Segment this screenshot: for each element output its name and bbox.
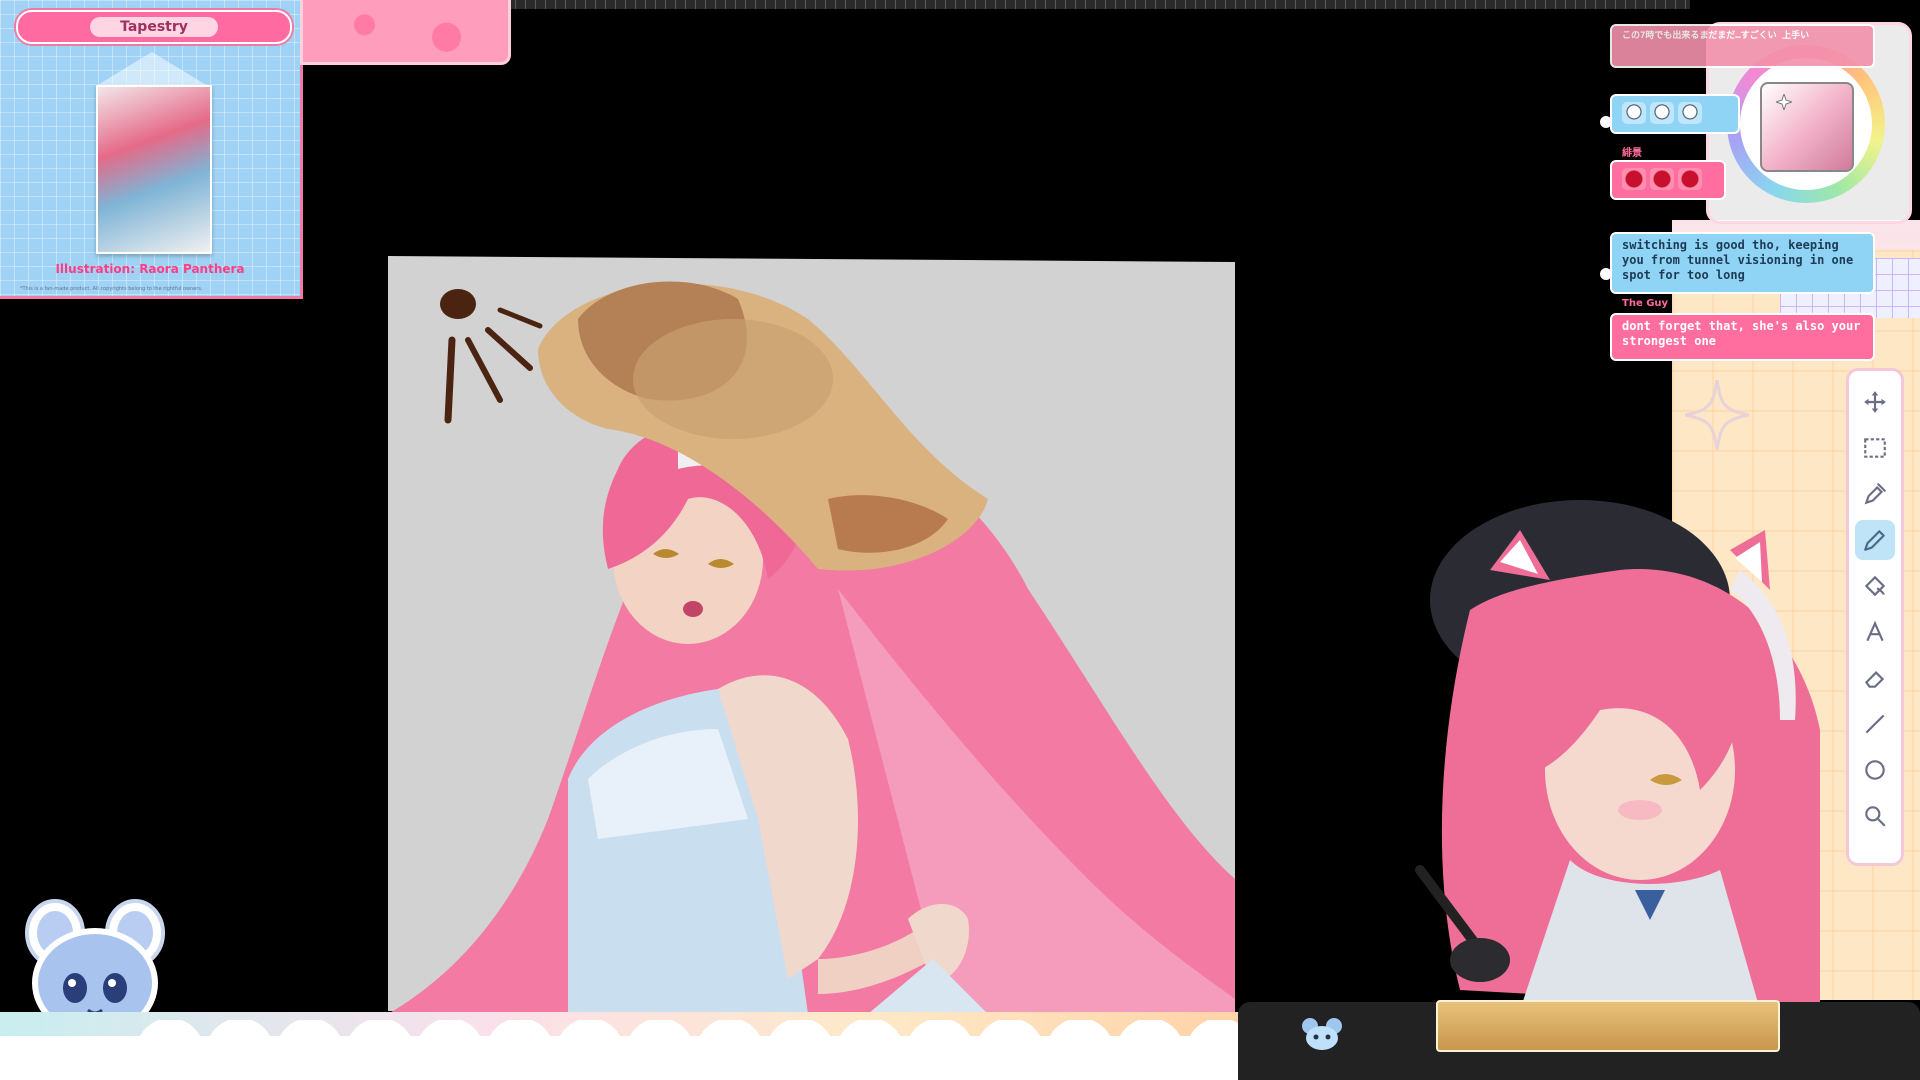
bottom-scallop-border [136, 1020, 1240, 1080]
circle-icon [1865, 760, 1885, 780]
tapestry-fineprint: *This is a fan-made product. All copyrig… [20, 286, 203, 292]
color-cursor-icon [1776, 94, 1792, 110]
select-tool[interactable] [1855, 428, 1895, 468]
chat-message-5: dont forget that, she's also your strong… [1610, 313, 1875, 361]
move-tool[interactable] [1855, 382, 1895, 422]
emote-icon [1678, 102, 1702, 124]
sparkle-icon [1685, 380, 1749, 450]
tapestry-hanger [96, 52, 208, 86]
vtuber-avatar [1415, 500, 1820, 1010]
chat-message-3 [1610, 160, 1726, 200]
eyedropper-tool[interactable] [1855, 474, 1895, 514]
chat-message-2 [1610, 94, 1740, 134]
zoom-icon [1865, 806, 1886, 827]
tapestry-title-bar: Tapestry [16, 10, 292, 44]
zoom-tool[interactable] [1855, 796, 1895, 836]
select-icon [1864, 438, 1886, 458]
fill-icon [1864, 575, 1886, 597]
text-tool[interactable] [1855, 612, 1895, 652]
text-icon [1866, 620, 1884, 642]
eraser-tool[interactable] [1855, 658, 1895, 698]
line-tool[interactable] [1855, 704, 1895, 744]
chat-author: 緋景 [1622, 148, 1642, 159]
mouse-mascot-icon [1302, 1018, 1342, 1050]
emote-icon [1622, 168, 1646, 190]
tapestry-title: Tapestry [90, 17, 218, 37]
color-saturation-square[interactable] [1760, 82, 1854, 172]
chat-message-1: この7時でも出来るまだまだ…すごくい 上手い [1610, 24, 1875, 68]
line-icon [1865, 714, 1885, 734]
pencil-icon [1864, 530, 1885, 551]
top-decor-panel [300, 0, 511, 65]
emote-icon [1650, 102, 1674, 124]
tablet-nameplate [1436, 1000, 1780, 1052]
emote-icon [1622, 102, 1646, 124]
tapestry-thumbnail [96, 85, 212, 254]
eyedropper-icon [1864, 483, 1886, 505]
chat-message-4: switching is good tho, keeping you from … [1610, 232, 1875, 294]
emote-icon [1678, 168, 1702, 190]
fill-tool[interactable] [1855, 566, 1895, 606]
sun-doodle [440, 289, 543, 424]
move-icon [1864, 391, 1886, 413]
chat-author: The Guy [1622, 298, 1669, 309]
pencil-tool[interactable] [1855, 520, 1895, 560]
canvas-ruler [505, 0, 1690, 9]
circle-tool[interactable] [1855, 750, 1895, 790]
emote-icon [1650, 168, 1674, 190]
eraser-icon [1864, 671, 1885, 688]
tapestry-credit: Illustration: Raora Panthera [55, 262, 245, 276]
